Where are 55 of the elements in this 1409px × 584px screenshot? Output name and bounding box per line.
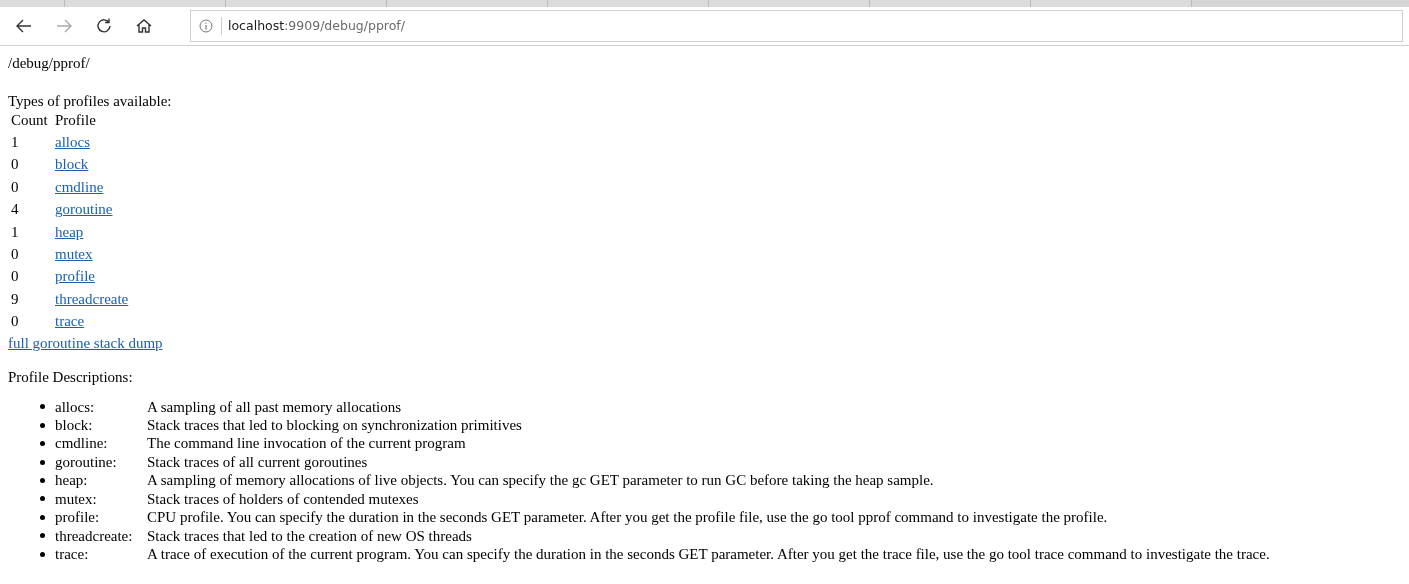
profile-link[interactable]: mutex: [55, 246, 93, 263]
count-cell-text: 1: [10, 133, 20, 152]
column-header: Profile: [54, 111, 97, 130]
count-cell-text: 4: [10, 200, 20, 220]
profile-link[interactable]: allocs: [55, 134, 90, 150]
bullet-icon: [40, 478, 45, 483]
profile-term: profile:: [55, 508, 101, 527]
bullet-icon: [40, 533, 45, 539]
profile-link[interactable]: threadcreate: [55, 290, 129, 307]
profile-description: Stack traces of all current goroutines: [147, 452, 368, 472]
profile-description: A trace of execution of the current program. You can specify the duration in the seconds GET parameter. After you get the trace file, use the go tool trace command to investigate the trace.: [147, 544, 1270, 564]
count-cell-text: 9: [10, 289, 20, 309]
profile-link[interactable]: heap: [55, 223, 84, 240]
profile-term: heap:: [55, 471, 89, 490]
profile-term: goroutine:: [55, 452, 118, 472]
profile-description: Stack traces that led to blocking on synchronization primitives: [147, 416, 522, 435]
column-header: Count: [10, 111, 49, 130]
profile-term: cmdline:: [55, 434, 109, 453]
profile-link[interactable]: cmdline: [55, 178, 104, 195]
profile-term: threadcreate:: [55, 526, 134, 545]
profile-term: block:: [55, 416, 94, 435]
address-bar[interactable]: localhost:9909/debug/pprof/: [190, 10, 1403, 42]
descriptions-title: Profile Descriptions:: [8, 367, 134, 386]
bullet-icon: [40, 404, 45, 410]
bullet-icon: [40, 496, 45, 502]
bullet-icon: [40, 514, 45, 520]
count-cell-text: 0: [10, 312, 20, 332]
count-cell-text: 0: [10, 177, 20, 197]
bullet-icon: [40, 441, 45, 447]
page-heading: /debug/pprof/: [8, 54, 91, 72]
bullet-icon: [40, 551, 45, 557]
profile-term: mutex:: [55, 489, 98, 509]
count-cell-text: 0: [10, 245, 20, 265]
profile-term: trace:: [55, 544, 90, 564]
count-cell-text: 0: [10, 155, 20, 175]
info-icon: [199, 19, 213, 33]
profile-description: A sampling of all past memory allocations: [147, 397, 402, 417]
profile-description: The command line invocation of the current program: [147, 434, 466, 453]
profile-description: Stack traces that led to the creation of new OS threads: [147, 526, 472, 545]
count-cell-text: 1: [10, 222, 20, 242]
bullet-icon: [40, 459, 45, 465]
stack-dump-link[interactable]: full goroutine stack dump: [8, 334, 163, 351]
profile-term: allocs:: [55, 397, 96, 417]
bullet-icon: [40, 422, 45, 428]
profile-description: Stack traces of holders of contended mutexes: [147, 489, 419, 509]
count-cell-text: 0: [10, 267, 20, 287]
profile-link[interactable]: profile: [55, 268, 95, 285]
url-text: localhost:9909/debug/pprof/: [221, 17, 405, 35]
home-icon: [134, 16, 154, 36]
intro-text: Types of profiles available:: [8, 92, 173, 110]
profile-link[interactable]: goroutine: [55, 201, 113, 218]
profile-description: CPU profile. You can specify the duration in the seconds GET parameter. After you get the profile file, use the go tool pprof command to investigate the profile.: [147, 508, 1108, 527]
profile-description: A sampling of memory allocations of live objects. You can specify the gc GET parameter to run GC before taking the heap sample.: [147, 471, 934, 490]
profile-link[interactable]: trace: [55, 313, 85, 330]
profile-link[interactable]: block: [55, 156, 89, 173]
